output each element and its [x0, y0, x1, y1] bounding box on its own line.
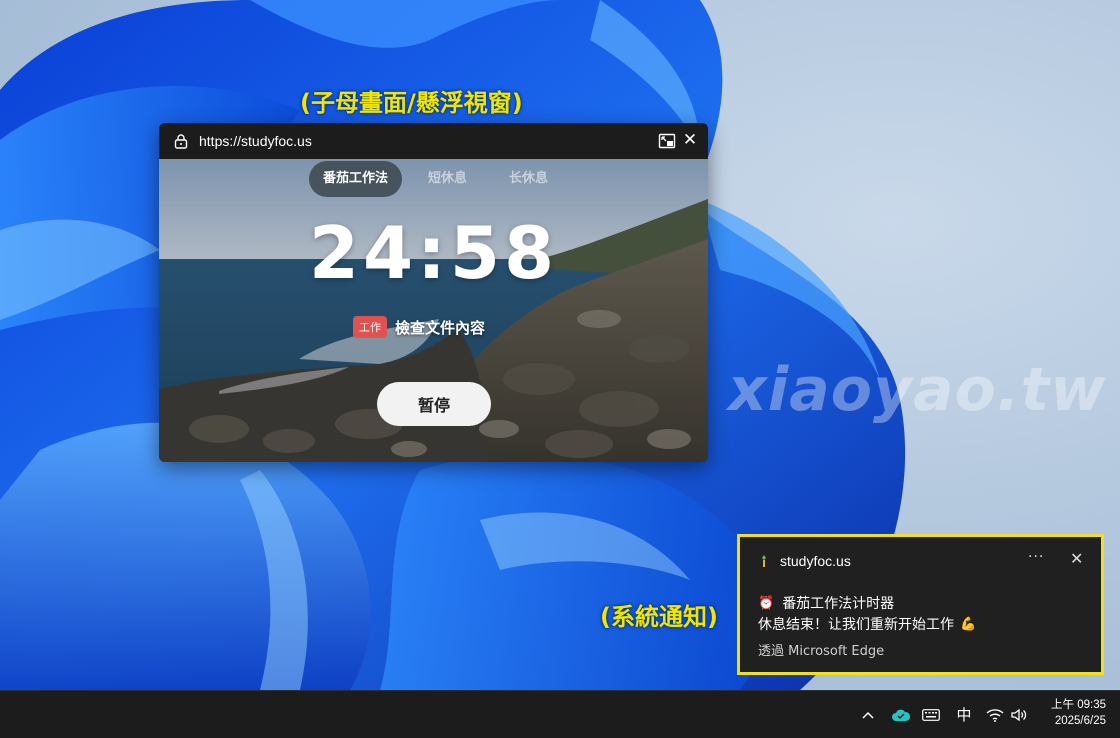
wifi-icon[interactable] [985, 691, 1005, 738]
cloud-sync-icon[interactable] [890, 691, 912, 738]
close-icon[interactable]: ✕ [681, 131, 699, 149]
mode-tabs: 番茄工作法 短休息 长休息 [309, 161, 562, 197]
notification-annotation-label: (系統通知) [600, 603, 718, 631]
watermark: xiaoyao.tw [728, 355, 1107, 425]
tab-short-break[interactable]: 短休息 [414, 161, 481, 197]
input-method-indicator[interactable]: 中 [954, 691, 974, 738]
pip-window[interactable]: https://studyfoc.us ✕ 番茄工作法 短休息 长休息 24:5… [159, 123, 708, 462]
tab-pomodoro[interactable]: 番茄工作法 [309, 161, 403, 197]
notification-close-icon[interactable]: ✕ [1070, 549, 1083, 568]
task-tag: 工作 [353, 316, 387, 338]
pip-content: 番茄工作法 短休息 长休息 24:58 工作 檢查文件內容 暂停 [159, 159, 708, 462]
task-text: 檢查文件內容 [395, 318, 486, 337]
volume-icon[interactable] [1010, 691, 1028, 738]
pause-button[interactable]: 暂停 [377, 382, 491, 426]
notification-title-text: 番茄工作法计时器 [782, 596, 895, 612]
alarm-clock-icon: ⏰ [758, 595, 775, 611]
lock-icon [173, 133, 189, 149]
pip-url: https://studyfoc.us [199, 133, 312, 149]
notification-app-name: studyfoc.us [780, 553, 851, 569]
flexed-biceps-icon: 💪 [960, 616, 977, 632]
timer-display: 24:58 [308, 211, 559, 295]
current-task: 工作 檢查文件內容 [353, 316, 485, 338]
pip-annotation-label: (子母畫面/懸浮視窗) [300, 89, 523, 117]
taskbar: 中 上午 09:35 2025/6/25 [0, 690, 1120, 738]
notification-body-text: 休息结束！让我们重新开始工作 [758, 617, 954, 633]
more-options-icon[interactable]: ··· [1028, 549, 1044, 565]
notification-body: 休息结束！让我们重新开始工作 💪 [758, 614, 976, 634]
clock-date: 2025/6/25 [1054, 715, 1106, 727]
notification-header: studyfoc.us [758, 553, 851, 569]
notification-toast[interactable]: studyfoc.us ··· ✕ ⏰ 番茄工作法计时器 休息结束！让我们重新开… [737, 534, 1104, 675]
notification-via: 透過 Microsoft Edge [758, 644, 885, 659]
pip-titlebar[interactable]: https://studyfoc.us ✕ [159, 123, 708, 159]
notification-title: ⏰ 番茄工作法计时器 [758, 593, 894, 613]
keyboard-icon[interactable] [920, 691, 942, 738]
tab-long-break[interactable]: 长休息 [495, 161, 562, 197]
back-to-tab-icon[interactable] [658, 132, 676, 150]
system-clock[interactable]: 上午 09:35 2025/6/25 [1040, 697, 1106, 729]
show-hidden-icons-chevron-icon[interactable] [858, 691, 878, 738]
app-icon [762, 555, 766, 567]
clock-time: 上午 09:35 [1051, 699, 1106, 711]
